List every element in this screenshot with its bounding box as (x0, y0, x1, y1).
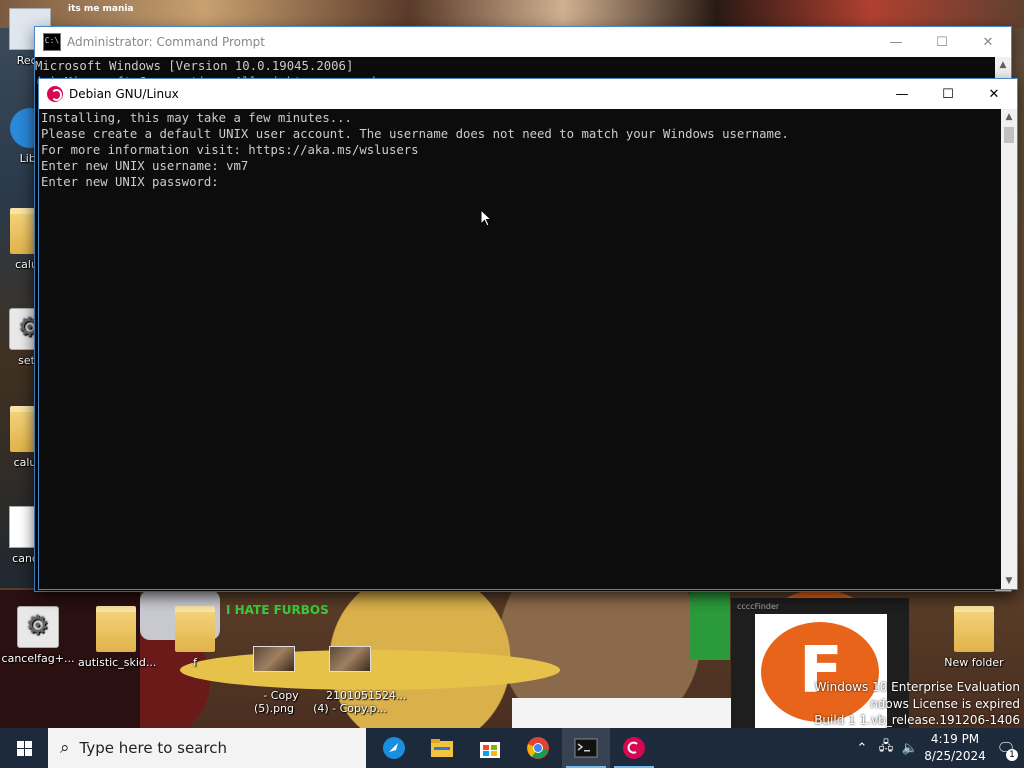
wallpaper-block (512, 698, 732, 728)
desktop-icon-new-folder[interactable]: New folder (936, 606, 1012, 669)
taskbar-file-explorer[interactable] (418, 728, 466, 768)
windows-logo-icon (16, 740, 32, 756)
cmd-icon: C:\ (43, 33, 61, 51)
chrome-icon (527, 737, 549, 759)
taskbar-browser-app[interactable] (370, 728, 418, 768)
desktop-icon-2101051524[interactable]: 2101051524... (4) - Copy.p... (312, 620, 406, 728)
notification-center-button[interactable]: 🗨 1 (988, 739, 1024, 761)
desktop-icon-copy-5-png[interactable]: - Copy (5).png (236, 620, 312, 728)
clock[interactable]: 4:19 PM 8/25/2024 (922, 731, 988, 765)
taskbar-debian[interactable] (610, 728, 658, 768)
wallpaper-top (0, 0, 1024, 28)
scroll-up-arrow-icon[interactable]: ▲ (1001, 109, 1017, 125)
chevron-up-icon[interactable]: ⌃ (850, 741, 874, 756)
debian-close-button[interactable]: ✕ (971, 79, 1017, 109)
browser-icon (383, 737, 405, 759)
scroll-up-arrow-icon[interactable]: ▲ (995, 57, 1011, 73)
folder-icon (954, 606, 994, 652)
scroll-thumb[interactable] (1004, 127, 1014, 143)
cmd-line: Microsoft Windows [Version 10.0.19045.20… (35, 59, 354, 73)
debian-window[interactable]: Debian GNU/Linux — ☐ ✕ Installing, this … (38, 78, 1018, 590)
search-placeholder: Type here to search (79, 739, 227, 757)
debian-terminal-output[interactable]: Installing, this may take a few minutes.… (39, 109, 1001, 589)
volume-icon[interactable]: 🔈 (898, 741, 922, 756)
activation-watermark-line3: Build 1 1.vb_release.191206-1406 (814, 713, 1020, 727)
cmd-close-button[interactable]: ✕ (965, 27, 1011, 57)
cmd-minimize-button[interactable]: — (873, 27, 919, 57)
debian-minimize-button[interactable]: — (879, 79, 925, 109)
debian-maximize-button[interactable]: ☐ (925, 79, 971, 109)
desktop-icon-autistic-skid[interactable]: autistic_skid... (78, 606, 156, 669)
file-explorer-icon (431, 739, 453, 757)
taskbar-store[interactable] (466, 728, 514, 768)
taskbar-chrome[interactable] (514, 728, 562, 768)
wallpaper-banner: I HATE FURBOS (226, 603, 329, 617)
file-icon (96, 606, 136, 652)
debian-title: Debian GNU/Linux (69, 87, 179, 101)
desktop-icon-f[interactable]: f (157, 606, 233, 669)
activation-watermark-line1: Windows 10 Enterprise Evaluation (814, 680, 1020, 694)
logo-letter: F (799, 634, 843, 708)
network-icon[interactable]: 🖧 (874, 737, 898, 759)
terminal-line: For more information visit: https://aka.… (41, 143, 419, 157)
cmd-titlebar[interactable]: C:\ Administrator: Command Prompt — ☐ ✕ (35, 27, 1011, 57)
terminal-line: Please create a default UNIX user accoun… (41, 127, 789, 141)
gear-icon (17, 606, 59, 648)
cmd-maximize-button[interactable]: ☐ (919, 27, 965, 57)
terminal-icon (574, 738, 598, 758)
debian-scrollbar[interactable]: ▲ ▼ (1001, 109, 1017, 589)
debian-icon (623, 737, 645, 759)
terminal-line: Enter new UNIX password: (41, 175, 219, 189)
terminal-line: Enter new UNIX username: vm7 (41, 159, 249, 173)
desktop-icon-cancelfag[interactable]: cancelfag+... (0, 606, 76, 665)
terminal-line: Installing, this may take a few minutes.… (41, 111, 352, 125)
store-icon (480, 742, 500, 758)
taskbar-command-prompt[interactable] (562, 728, 610, 768)
system-tray: ⌃ 🖧 🔈 4:19 PM 8/25/2024 🗨 1 (850, 728, 1024, 768)
activation-watermark-line2: ndows License is expired (870, 697, 1020, 711)
clock-date: 8/25/2024 (924, 749, 986, 763)
clock-time: 4:19 PM (930, 732, 980, 746)
wallpaper-block (690, 590, 730, 660)
taskbar-search-box[interactable]: ⌕ Type here to search (48, 728, 366, 768)
search-icon: ⌕ (60, 738, 70, 758)
wallpaper-text: its me mania (68, 4, 134, 14)
mouse-cursor-icon (480, 209, 493, 227)
debian-icon (47, 86, 63, 102)
start-button[interactable] (0, 728, 48, 768)
image-icon (329, 646, 371, 672)
notification-count-badge: 1 (1006, 749, 1018, 761)
cmd-title: Administrator: Command Prompt (67, 35, 265, 49)
folder-icon (175, 606, 215, 652)
scroll-down-arrow-icon[interactable]: ▼ (1001, 573, 1017, 589)
taskbar: ⌕ Type here to search ⌃ 🖧 🔈 4:19 PM 8/25… (0, 728, 1024, 768)
image-icon (253, 646, 295, 672)
app-logo-image: F (755, 614, 887, 728)
debian-titlebar[interactable]: Debian GNU/Linux — ☐ ✕ (39, 79, 1017, 109)
